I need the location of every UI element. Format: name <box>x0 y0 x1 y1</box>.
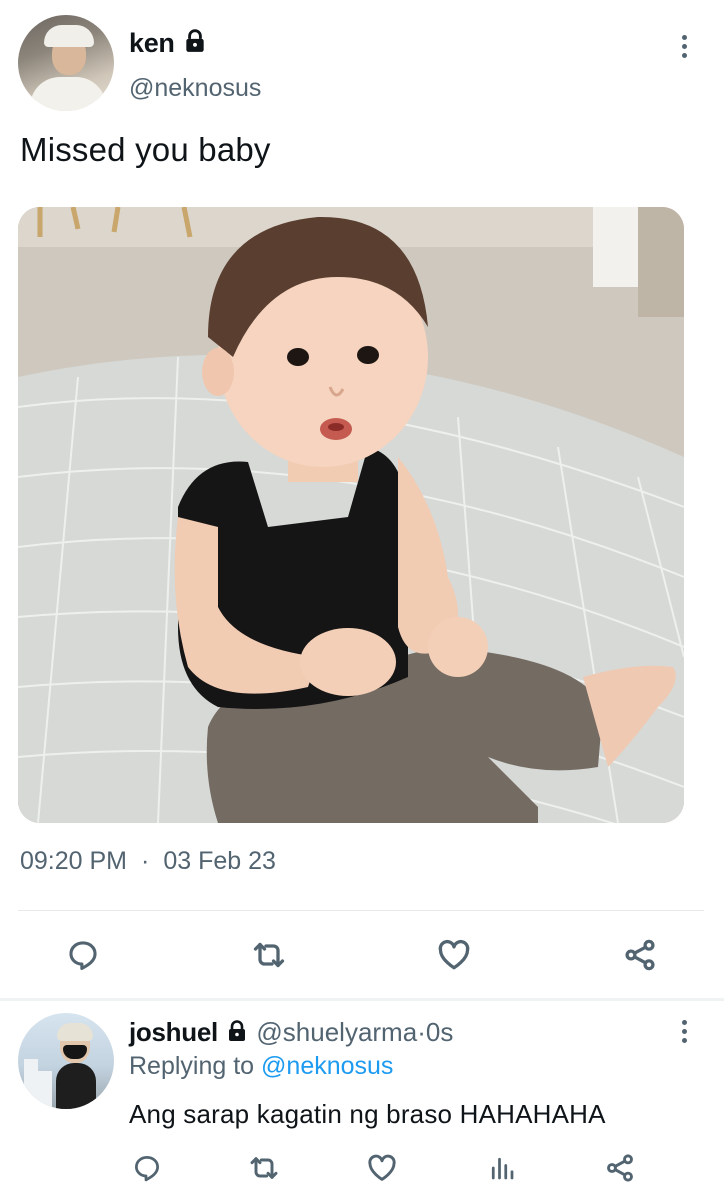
reply-icon[interactable] <box>127 1148 167 1188</box>
tweet-text: Missed you baby <box>20 131 271 168</box>
section-separator <box>0 998 724 1001</box>
replying-to-label: Replying to <box>129 1052 255 1080</box>
author-avatar[interactable] <box>18 15 114 111</box>
author-name[interactable]: ken <box>129 28 208 61</box>
reply-author-handle[interactable]: @shuelyarma <box>256 1017 417 1047</box>
replying-to-mention[interactable]: @neknosus <box>261 1052 393 1080</box>
lock-icon <box>182 28 208 61</box>
reply-author-name[interactable]: joshuel <box>129 1017 218 1047</box>
author-display-name[interactable]: ken <box>129 28 175 58</box>
author-handle[interactable]: @neknosus <box>129 74 261 103</box>
lock-icon <box>225 1019 249 1050</box>
divider <box>18 910 704 911</box>
reply-time[interactable]: 0s <box>426 1017 453 1047</box>
reply-author-avatar[interactable] <box>18 1013 114 1109</box>
more-options-icon[interactable] <box>672 31 696 61</box>
reply-text: Ang sarap kagatin ng braso HAHAHAHA <box>129 1099 606 1129</box>
retweet-icon[interactable] <box>249 935 289 975</box>
tweet-photo[interactable] <box>18 207 684 823</box>
retweet-icon[interactable] <box>244 1148 284 1188</box>
share-icon[interactable] <box>620 935 660 975</box>
dot-separator: · <box>417 1017 426 1047</box>
tweet-date[interactable]: 03 Feb 23 <box>163 847 276 875</box>
analytics-icon[interactable] <box>482 1148 522 1188</box>
replying-to-line: Replying to @neknosus <box>129 1052 393 1081</box>
tweet-timestamp[interactable]: 09:20 PM · 03 Feb 23 <box>20 847 276 876</box>
share-icon[interactable] <box>600 1148 640 1188</box>
like-icon[interactable] <box>434 935 474 975</box>
like-icon[interactable] <box>362 1148 402 1188</box>
more-options-icon[interactable] <box>672 1016 696 1046</box>
dot-separator: · <box>141 847 150 875</box>
reply-icon[interactable] <box>63 935 103 975</box>
reply-header: joshuel @shuelyarma·0s <box>129 1017 453 1050</box>
tweet-time[interactable]: 09:20 PM <box>20 847 127 875</box>
